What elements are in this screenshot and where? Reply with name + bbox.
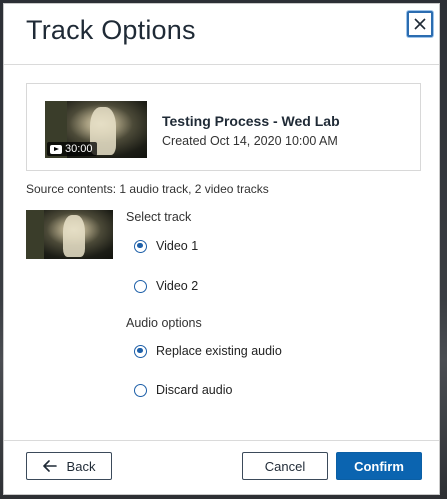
track-preview-thumbnail <box>26 210 113 259</box>
radio-button[interactable] <box>134 383 147 397</box>
close-icon <box>414 18 426 30</box>
radio-button-checked[interactable] <box>134 239 147 253</box>
select-track-label: Select track <box>126 210 192 224</box>
radio-discard-audio[interactable]: Discard audio <box>134 383 232 397</box>
track-options-dialog: Track Options 30:00 Testing Process - We… <box>3 3 440 495</box>
radio-label: Discard audio <box>156 383 233 397</box>
radio-replace-audio[interactable]: Replace existing audio <box>134 344 282 358</box>
arrow-left-icon <box>42 460 57 472</box>
radio-video-1[interactable]: Video 1 <box>134 239 198 253</box>
radio-video-2[interactable]: Video 2 <box>134 279 198 293</box>
dialog-footer: Back Cancel Confirm <box>4 440 439 494</box>
thumbnail-shadow <box>26 210 44 259</box>
radio-button-checked[interactable] <box>134 344 147 358</box>
radio-button[interactable] <box>134 279 147 293</box>
session-title: Testing Process - Wed Lab <box>162 113 340 129</box>
session-created-date: Created Oct 14, 2020 10:00 AM <box>162 134 338 148</box>
dialog-title: Track Options <box>26 15 196 45</box>
radio-label: Replace existing audio <box>156 344 282 358</box>
back-button-label: Back <box>66 458 96 474</box>
cancel-button-label: Cancel <box>264 458 306 474</box>
session-thumbnail: 30:00 <box>45 101 147 158</box>
radio-label: Video 1 <box>156 239 199 253</box>
thumbnail-figure <box>63 215 85 257</box>
session-card: 30:00 Testing Process - Wed Lab Created … <box>26 83 421 171</box>
audio-options-label: Audio options <box>126 316 202 330</box>
radio-label: Video 2 <box>156 279 199 293</box>
confirm-button-label: Confirm <box>354 458 404 474</box>
dialog-header: Track Options <box>4 4 439 65</box>
back-button[interactable]: Back <box>26 452 112 480</box>
play-icon <box>50 144 62 154</box>
source-contents-text: Source contents: 1 audio track, 2 video … <box>26 182 269 196</box>
confirm-button[interactable]: Confirm <box>336 452 422 480</box>
cancel-button[interactable]: Cancel <box>242 452 328 480</box>
close-button[interactable] <box>407 11 433 37</box>
duration-badge: 30:00 <box>47 142 97 156</box>
duration-text: 30:00 <box>65 143 93 155</box>
